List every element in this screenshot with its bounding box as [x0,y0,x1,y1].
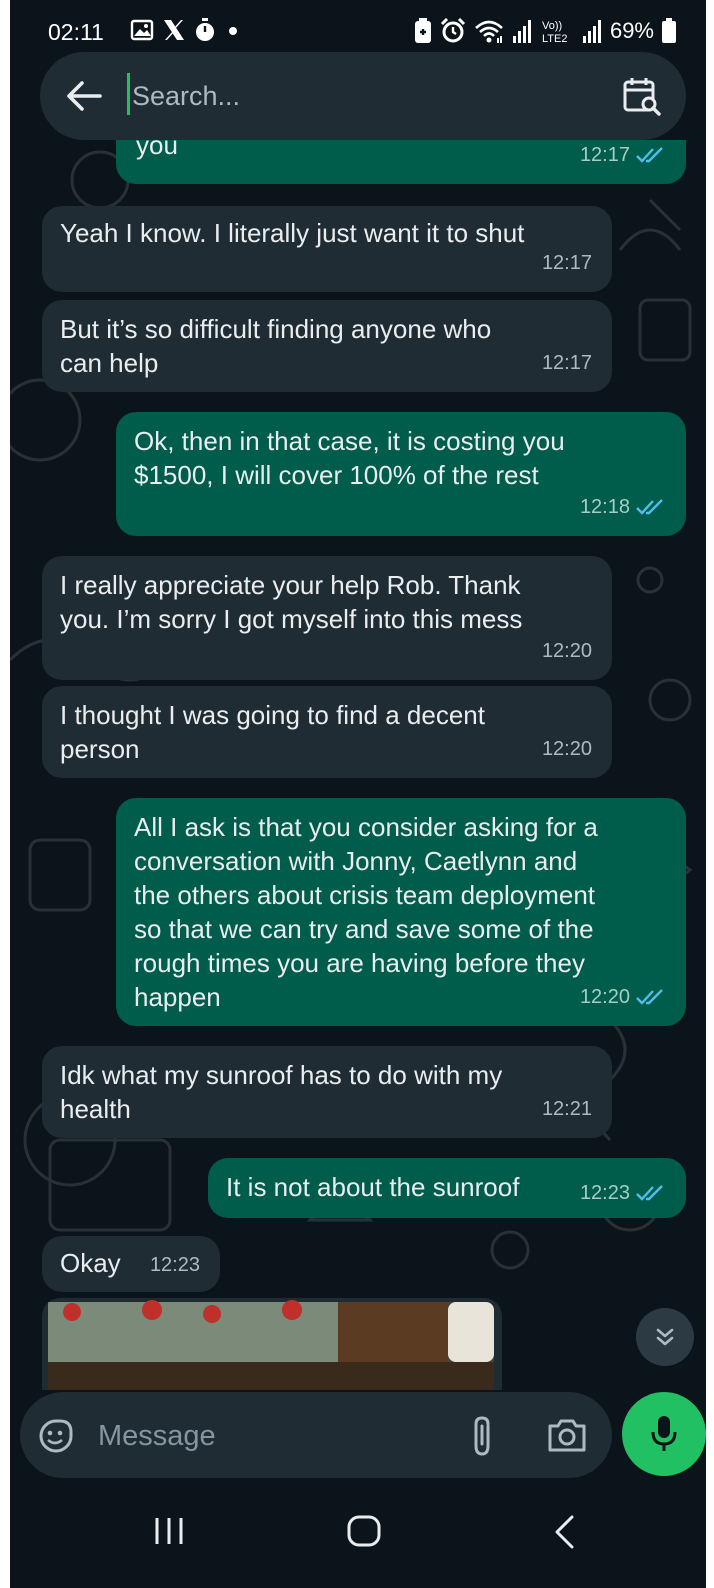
message-text: All I ask is that you consider asking fo… [134,812,598,1012]
timer-icon [196,18,214,41]
status-left-icons [130,18,242,42]
message-time: 12:20 [579,986,630,1008]
sticker-emoji-icon[interactable] [38,1418,74,1454]
message-time: 12:17 [579,144,630,166]
signal-icon [582,20,601,43]
status-time: 02:11 [48,19,104,45]
message-meta: 12:20 [580,980,666,1014]
battery-icon [662,18,676,43]
camera-icon[interactable] [546,1416,588,1454]
battery-percent: 69% [609,18,654,43]
message-time: 12:21 [541,1098,592,1120]
message-time: 12:17 [541,252,592,274]
screen-border-right [706,0,714,1588]
gallery-icon [130,19,154,41]
nav-back-icon[interactable] [552,1514,576,1550]
status-bar: 02:11 Vo)) LTE2 69% [10,0,706,58]
message-input[interactable] [98,1414,438,1458]
message-time: 12:20 [541,640,592,662]
x-icon [164,20,184,40]
attach-paperclip-icon[interactable] [468,1414,496,1458]
message-text: I really appreciate your help Rob. Thank… [60,570,523,634]
read-ticks-icon [636,147,663,163]
message-meta: 12:18 [580,490,666,524]
volte-icon: Vo))LTE2 [542,20,567,44]
message-text: But it’s so difficult finding anyone who… [60,314,492,378]
message-time: 12:23 [579,1182,630,1204]
message-text: Ok, then in that case, it is costing you… [134,426,565,490]
message-meta: 12:17 [580,140,666,172]
svg-text:LTE2: LTE2 [542,33,567,44]
message-incoming[interactable]: But it’s so difficult finding anyone who… [42,300,612,392]
message-text: I thought I was going to find a decent p… [60,700,485,764]
message-outgoing[interactable]: you 12:17 [116,140,686,184]
wifi-icon [475,20,503,43]
image-thumbnail [48,1300,494,1390]
message-outgoing[interactable]: It is not about the sunroof 12:23 [208,1158,686,1218]
message-incoming[interactable]: Yeah I know. I literally just want it to… [42,206,612,292]
message-incoming[interactable]: Idk what my sunroof has to do with my he… [42,1046,612,1138]
message-outgoing[interactable]: Ok, then in that case, it is costing you… [116,412,686,536]
image-message[interactable] [42,1298,502,1390]
message-time: 12:23 [149,1254,200,1276]
message-time: 12:20 [541,738,592,760]
message-text: you [136,140,178,160]
recents-icon[interactable] [152,1516,186,1546]
message-text: Idk what my sunroof has to do with my he… [60,1060,503,1124]
read-ticks-icon [636,1185,663,1201]
home-icon[interactable] [346,1514,382,1548]
text-cursor [127,73,130,115]
read-ticks-icon [636,989,663,1005]
message-text: Yeah I know. I literally just want it to… [60,218,525,248]
status-right-icons: Vo)) LTE2 69% [414,18,676,44]
signal-icon [512,20,531,43]
message-meta: 12:23 [580,1176,666,1210]
voice-record-button[interactable] [622,1392,706,1476]
microphone-icon [651,1416,677,1451]
alarm-icon [440,18,466,43]
message-incoming[interactable]: I really appreciate your help Rob. Thank… [42,556,612,680]
search-by-date-icon[interactable] [622,76,662,116]
back-arrow-icon[interactable] [66,80,102,112]
svg-text:Vo)): Vo)) [542,20,562,32]
screen-border-left [0,0,10,1588]
dot-icon [229,27,237,35]
scroll-to-bottom-button[interactable] [636,1308,694,1366]
read-ticks-icon [636,499,663,515]
message-outgoing[interactable]: All I ask is that you consider asking fo… [116,798,686,1026]
message-incoming[interactable]: I thought I was going to find a decent p… [42,686,612,778]
double-chevron-down-icon [656,1328,674,1346]
message-time: 12:17 [541,352,592,374]
message-list[interactable]: you 12:17 Yeah I know. I literally just … [10,140,706,1390]
message-text: Okay [60,1248,121,1278]
message-text: It is not about the sunroof [226,1172,520,1202]
battery-saver-icon [414,18,431,43]
message-incoming[interactable]: Okay 12:23 [42,1236,220,1292]
search-input[interactable] [132,76,592,116]
message-time: 12:18 [579,496,630,518]
